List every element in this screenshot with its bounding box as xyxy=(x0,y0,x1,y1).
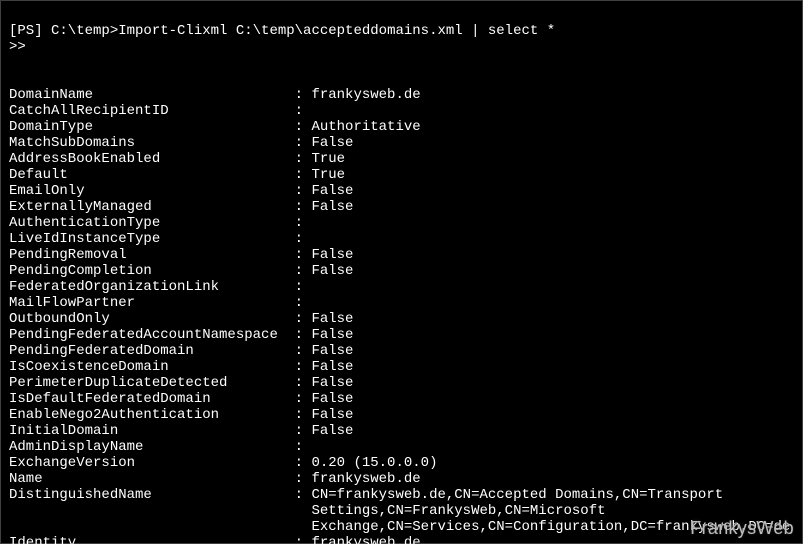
terminal-output[interactable]: [PS] C:\temp>Import-Clixml C:\temp\accep… xyxy=(1,1,802,544)
ps-prompt: [PS] C:\temp> xyxy=(9,23,118,39)
continuation-prompt: >> xyxy=(9,39,26,55)
entered-command: Import-Clixml C:\temp\accepteddomains.xm… xyxy=(118,23,555,39)
object-properties: DomainName : frankysweb.de CatchAllRecip… xyxy=(9,87,790,544)
